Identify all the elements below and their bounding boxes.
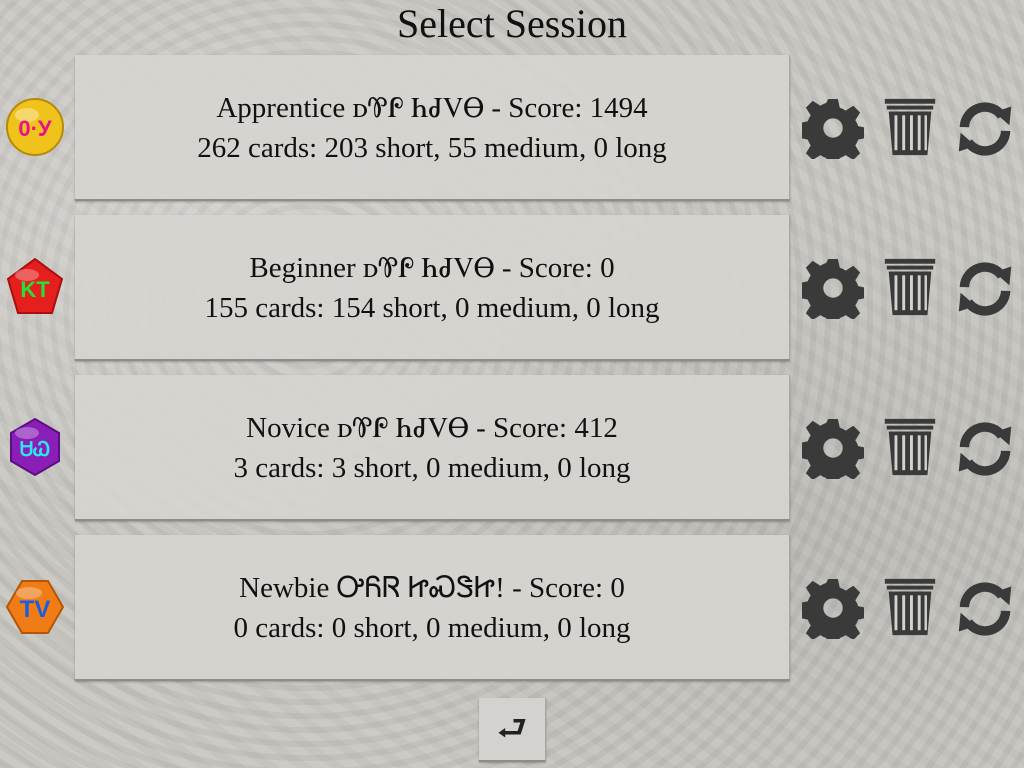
session-badge-text: 0·У bbox=[18, 116, 52, 141]
trash-icon[interactable] bbox=[879, 95, 941, 157]
session-title: Apprentice ꭰᏈᎵ ᏂᏧᏙᎾ - Score: 1494 bbox=[216, 92, 648, 124]
session-title: Beginner ꭰᏈᎵ ᏂᏧᏙᎾ - Score: 0 bbox=[249, 252, 615, 284]
trash-icon[interactable] bbox=[879, 255, 941, 317]
sync-icon[interactable] bbox=[955, 99, 1015, 159]
gear-icon[interactable] bbox=[802, 257, 864, 319]
session-title: Novice ꭰᏈᎵ ᏂᏧᏙᎾ - Score: 412 bbox=[246, 412, 618, 444]
session-stats: 3 cards: 3 short, 0 medium, 0 long bbox=[233, 452, 631, 484]
session-card[interactable]: Newbie ᎤᏲᏒ ᏥᏍᏕᏥ! - Score: 0 0 cards: 0 s… bbox=[75, 535, 790, 681]
session-badge-icon: 0·У bbox=[5, 97, 65, 157]
session-badge-icon: ᏌᏇ bbox=[5, 417, 65, 477]
session-card[interactable]: Novice ꭰᏈᎵ ᏂᏧᏙᎾ - Score: 412 3 cards: 3 … bbox=[75, 375, 790, 521]
gear-icon[interactable] bbox=[802, 417, 864, 479]
session-badge-text: TV bbox=[20, 596, 51, 623]
session-stats: 262 cards: 203 short, 55 medium, 0 long bbox=[197, 132, 667, 164]
session-stats: 155 cards: 154 short, 0 medium, 0 long bbox=[204, 292, 660, 324]
sync-icon[interactable] bbox=[955, 419, 1015, 479]
gear-icon[interactable] bbox=[802, 577, 864, 639]
session-badge-text: KT bbox=[20, 277, 50, 302]
sync-icon[interactable] bbox=[955, 259, 1015, 319]
session-badge-icon: TV bbox=[5, 577, 65, 637]
session-stats: 0 cards: 0 short, 0 medium, 0 long bbox=[233, 612, 631, 644]
session-card[interactable]: Beginner ꭰᏈᎵ ᏂᏧᏙᎾ - Score: 0 155 cards: … bbox=[75, 215, 790, 361]
session-badge-icon: KT bbox=[5, 257, 65, 317]
trash-icon[interactable] bbox=[879, 575, 941, 637]
sync-icon[interactable] bbox=[955, 579, 1015, 639]
trash-icon[interactable] bbox=[879, 415, 941, 477]
session-row: ᏌᏇ Novice ꭰᏈᎵ ᏂᏧᏙᎾ - Score: 412 3 cards:… bbox=[0, 375, 1024, 521]
session-title: Newbie ᎤᏲᏒ ᏥᏍᏕᏥ! - Score: 0 bbox=[239, 572, 625, 604]
gear-icon[interactable] bbox=[802, 97, 864, 159]
back-button[interactable]: ⮐ bbox=[479, 698, 546, 762]
session-row: KT Beginner ꭰᏈᎵ ᏂᏧᏙᎾ - Score: 0 155 card… bbox=[0, 215, 1024, 361]
session-card[interactable]: Apprentice ꭰᏈᎵ ᏂᏧᏙᎾ - Score: 1494 262 ca… bbox=[75, 55, 790, 201]
session-row: 0·У Apprentice ꭰᏈᎵ ᏂᏧᏙᎾ - Score: 1494 26… bbox=[0, 55, 1024, 201]
return-arrow-icon: ⮐ bbox=[496, 709, 528, 749]
page-title: Select Session bbox=[397, 1, 627, 46]
session-badge-text: ᏌᏇ bbox=[20, 437, 50, 461]
session-row: TV Newbie ᎤᏲᏒ ᏥᏍᏕᏥ! - Score: 0 0 cards: … bbox=[0, 535, 1024, 681]
